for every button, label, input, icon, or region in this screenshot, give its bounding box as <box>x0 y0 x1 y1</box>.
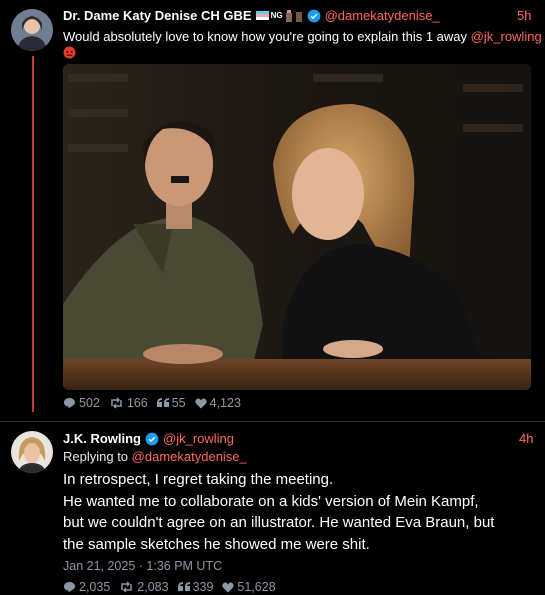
tweet-text-line: In retrospect, I regret taking the meeti… <box>63 471 334 488</box>
retweet-button[interactable]: 2,083 <box>119 580 169 594</box>
thread-line <box>32 56 34 412</box>
tweet-image[interactable] <box>63 64 531 390</box>
handle[interactable]: @damekatydenise_ <box>325 8 440 23</box>
timestamp[interactable]: 5h <box>517 8 531 23</box>
heart-icon <box>194 398 207 408</box>
quote-button[interactable]: 339 <box>177 580 214 594</box>
tweet-text-line: but we couldn't agree on an illustrator.… <box>63 514 495 531</box>
retweet-count: 166 <box>126 396 148 410</box>
tweet-text-line: the sample sketches he showed me were sh… <box>63 535 370 553</box>
avatar-katy[interactable] <box>11 9 53 51</box>
retweet-icon <box>121 581 133 593</box>
heart-icon <box>222 582 235 592</box>
quote-count: 339 <box>192 580 214 594</box>
replying-to-label: Replying to <box>63 449 129 464</box>
like-count: 51,628 <box>237 580 276 594</box>
verified-badge-icon <box>145 432 159 445</box>
mention-link[interactable]: @jk_rowling <box>471 28 542 45</box>
quote-icon <box>177 582 190 591</box>
angry-face-emoji-icon <box>63 46 76 64</box>
timestamp[interactable]: 4h <box>519 431 533 446</box>
retweet-button[interactable]: 166 <box>109 396 148 410</box>
tweet-text: Would absolutely love to know how you're… <box>63 29 468 44</box>
tweet-text: In retrospect, I regret taking the meeti… <box>63 469 538 555</box>
reply-count: 502 <box>79 396 100 410</box>
display-name[interactable]: J.K. Rowling <box>63 431 141 446</box>
tweet-date[interactable]: Jan 21, 2025 · 1:36 PM UTC <box>63 559 222 573</box>
tweet-original[interactable]: Dr. Dame Katy Denise CH GBE NG @damekaty… <box>0 0 545 415</box>
reply-button[interactable]: 2,035 <box>63 580 110 594</box>
quote-count: 55 <box>171 396 186 410</box>
flag-emojis-icon: NG <box>255 9 303 22</box>
avatar-jk-rowling[interactable] <box>11 431 53 473</box>
like-button[interactable]: 51,628 <box>222 580 276 594</box>
retweet-icon <box>111 397 122 409</box>
display-name[interactable]: Dr. Dame Katy Denise CH GBE <box>63 8 252 23</box>
tweet-text-line: He wanted me to collaborate on a kids' v… <box>63 492 479 510</box>
reply-button[interactable]: 502 <box>63 396 100 410</box>
quote-icon <box>156 398 169 407</box>
tweet-reply[interactable]: J.K. Rowling @jk_rowling 4h Replying to … <box>0 422 545 595</box>
like-count: 4,123 <box>209 396 241 410</box>
handle[interactable]: @jk_rowling <box>163 431 234 446</box>
reply-icon <box>64 398 75 409</box>
quote-button[interactable]: 55 <box>156 396 186 410</box>
reply-icon <box>64 582 75 593</box>
verified-badge-icon <box>307 9 320 22</box>
like-button[interactable]: 4,123 <box>194 396 241 410</box>
retweet-count: 2,083 <box>137 580 169 594</box>
replying-to-link[interactable]: @damekatydenise_ <box>132 449 247 464</box>
reply-count: 2,035 <box>79 580 111 594</box>
